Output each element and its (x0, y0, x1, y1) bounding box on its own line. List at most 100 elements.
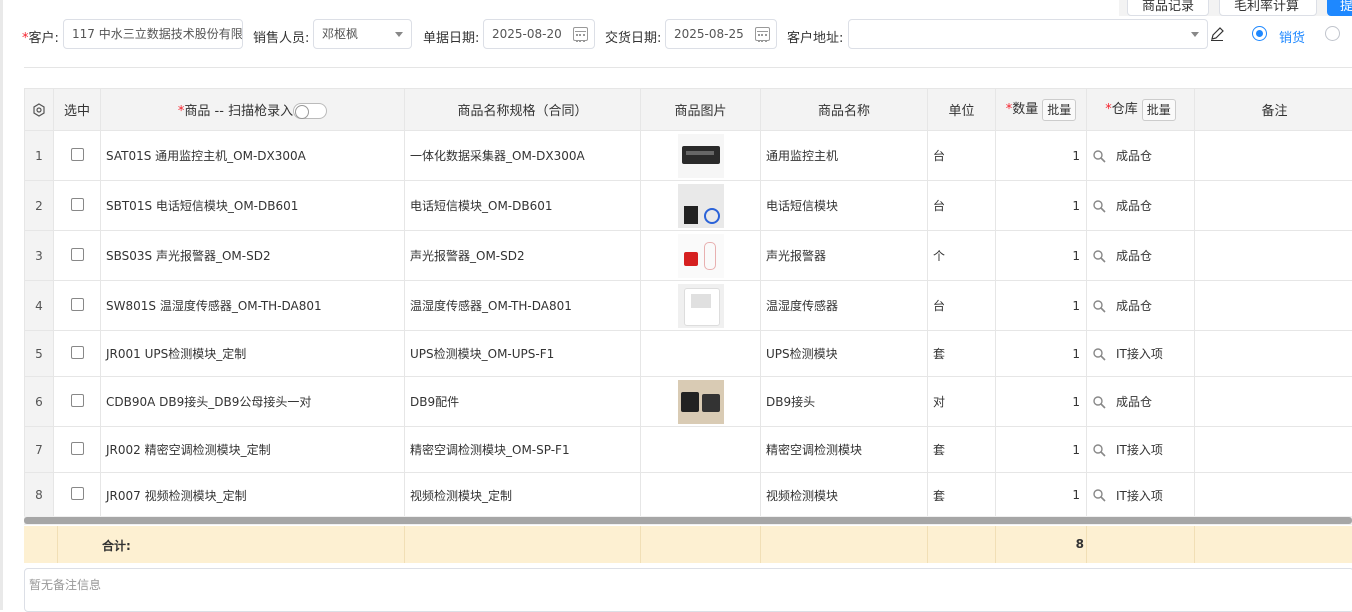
radio-other[interactable] (1325, 26, 1340, 41)
row-checkbox[interactable] (71, 298, 84, 311)
radio-sale-label[interactable]: 销货 (1279, 27, 1305, 46)
spec-cell[interactable]: 精密空调检测模块_OM-SP-F1 (405, 427, 641, 473)
warehouse-cell[interactable]: 成品仓 (1087, 377, 1195, 427)
search-icon[interactable] (1092, 443, 1106, 457)
settings-icon[interactable] (32, 103, 46, 117)
address-select[interactable] (848, 19, 1208, 49)
warehouse-cell[interactable]: 成品仓 (1087, 281, 1195, 331)
search-icon[interactable] (1092, 299, 1106, 313)
spec-cell[interactable]: 电话短信模块_OM-DB601 (405, 181, 641, 231)
column-settings[interactable] (25, 89, 54, 131)
spec-cell[interactable]: 声光报警器_OM-SD2 (405, 231, 641, 281)
total-row: 合计: 8 (24, 526, 1352, 563)
search-icon[interactable] (1092, 488, 1106, 502)
product-image[interactable] (678, 234, 724, 278)
remark-cell[interactable] (1195, 231, 1352, 281)
scan-toggle[interactable] (293, 103, 327, 119)
submit-button[interactable]: 提 (1327, 0, 1352, 16)
warehouse-cell[interactable]: IT接入项 (1087, 331, 1195, 377)
row-index: 8 (25, 473, 54, 518)
remark-cell[interactable] (1195, 377, 1352, 427)
warehouse-cell[interactable]: 成品仓 (1087, 131, 1195, 181)
remark-cell[interactable] (1195, 181, 1352, 231)
product-cell[interactable]: SW801S 温湿度传感器_OM-TH-DA801 (101, 281, 405, 331)
warehouse-value: IT接入项 (1116, 487, 1163, 504)
row-checkbox[interactable] (71, 394, 84, 407)
qty-cell[interactable]: 1 (996, 231, 1087, 281)
search-icon[interactable] (1092, 347, 1106, 361)
warehouse-cell[interactable]: 成品仓 (1087, 181, 1195, 231)
delivery-date-value: 2025-08-25 (674, 27, 744, 41)
top-action-bar: 商品记录 毛利率计算 提 (1119, 0, 1352, 16)
product-image[interactable] (678, 184, 724, 228)
qty-cell[interactable]: 1 (996, 427, 1087, 473)
warehouse-cell[interactable]: IT接入项 (1087, 427, 1195, 473)
search-icon[interactable] (1092, 149, 1106, 163)
qty-cell[interactable]: 1 (996, 377, 1087, 427)
header-warehouse: *仓库批量 (1087, 89, 1195, 131)
chevron-down-icon (1191, 32, 1199, 37)
product-cell[interactable]: JR001 UPS检测模块_定制 (101, 331, 405, 377)
warehouse-cell[interactable]: 成品仓 (1087, 231, 1195, 281)
unit-cell: 台 (928, 181, 996, 231)
product-image[interactable] (678, 284, 724, 328)
table-row: 6 CDB90A DB9接头_DB9公母接头一对 DB9配件 DB9接头 对 1… (25, 377, 1352, 427)
calendar-icon[interactable] (573, 27, 588, 41)
spec-cell[interactable]: 视频检测模块_定制 (405, 473, 641, 518)
qty-batch-button[interactable]: 批量 (1042, 99, 1076, 121)
product-cell[interactable]: SBS03S 声光报警器_OM-SD2 (101, 231, 405, 281)
product-record-button[interactable]: 商品记录 (1127, 0, 1209, 16)
row-index: 6 (25, 377, 54, 427)
product-cell[interactable]: JR002 精密空调检测模块_定制 (101, 427, 405, 473)
row-checkbox[interactable] (71, 198, 84, 211)
doc-date-field[interactable]: 2025-08-20 (483, 19, 595, 49)
product-cell[interactable]: SBT01S 电话短信模块_OM-DB601 (101, 181, 405, 231)
remark-cell[interactable] (1195, 473, 1352, 518)
remark-cell[interactable] (1195, 427, 1352, 473)
order-header-form: *客户: 117 中水三立数据技术股份有限公司 销售人员: 邓枢枫 单据日期: … (0, 19, 1352, 49)
remark-textarea[interactable]: 暂无备注信息 (24, 568, 1352, 612)
spec-cell[interactable]: 温湿度传感器_OM-TH-DA801 (405, 281, 641, 331)
product-cell[interactable]: CDB90A DB9接头_DB9公母接头一对 (101, 377, 405, 427)
row-index: 4 (25, 281, 54, 331)
product-image[interactable] (678, 380, 724, 424)
horizontal-scrollbar[interactable] (24, 516, 1352, 525)
header-remark: 备注 (1195, 89, 1352, 131)
warehouse-batch-button[interactable]: 批量 (1142, 99, 1176, 121)
row-checkbox[interactable] (71, 148, 84, 161)
remark-cell[interactable] (1195, 281, 1352, 331)
remark-cell[interactable] (1195, 131, 1352, 181)
row-checkbox[interactable] (71, 487, 84, 500)
product-image[interactable] (678, 134, 724, 178)
name-cell: 温湿度传感器 (761, 281, 928, 331)
row-checkbox[interactable] (71, 442, 84, 455)
sales-select[interactable]: 邓枢枫 (313, 19, 412, 49)
radio-sale[interactable] (1252, 26, 1267, 41)
search-icon[interactable] (1092, 199, 1106, 213)
warehouse-cell[interactable]: IT接入项 (1087, 473, 1195, 518)
header-qty: *数量批量 (996, 89, 1087, 131)
calendar-icon[interactable] (755, 27, 770, 41)
search-icon[interactable] (1092, 395, 1106, 409)
qty-cell[interactable]: 1 (996, 181, 1087, 231)
spec-cell[interactable]: 一体化数据采集器_OM-DX300A (405, 131, 641, 181)
row-checkbox[interactable] (71, 248, 84, 261)
product-cell[interactable]: JR007 视频检测模块_定制 (101, 473, 405, 518)
search-icon[interactable] (1092, 249, 1106, 263)
qty-cell[interactable]: 1 (996, 331, 1087, 377)
qty-cell[interactable]: 1 (996, 131, 1087, 181)
qty-cell[interactable]: 1 (996, 281, 1087, 331)
edit-icon[interactable] (1210, 27, 1224, 41)
row-checkbox[interactable] (71, 346, 84, 359)
customer-field[interactable]: 117 中水三立数据技术股份有限公司 (63, 19, 243, 49)
table-row: 4 SW801S 温湿度传感器_OM-TH-DA801 温湿度传感器_OM-TH… (25, 281, 1352, 331)
remark-cell[interactable] (1195, 331, 1352, 377)
scrollbar-thumb[interactable] (24, 517, 1352, 524)
gross-margin-button[interactable]: 毛利率计算 (1219, 0, 1317, 16)
warehouse-value: 成品仓 (1116, 393, 1152, 410)
spec-cell[interactable]: UPS检测模块_OM-UPS-F1 (405, 331, 641, 377)
qty-cell[interactable]: 1 (996, 473, 1087, 518)
delivery-date-field[interactable]: 2025-08-25 (665, 19, 777, 49)
product-cell[interactable]: SAT01S 通用监控主机_OM-DX300A (101, 131, 405, 181)
spec-cell[interactable]: DB9配件 (405, 377, 641, 427)
